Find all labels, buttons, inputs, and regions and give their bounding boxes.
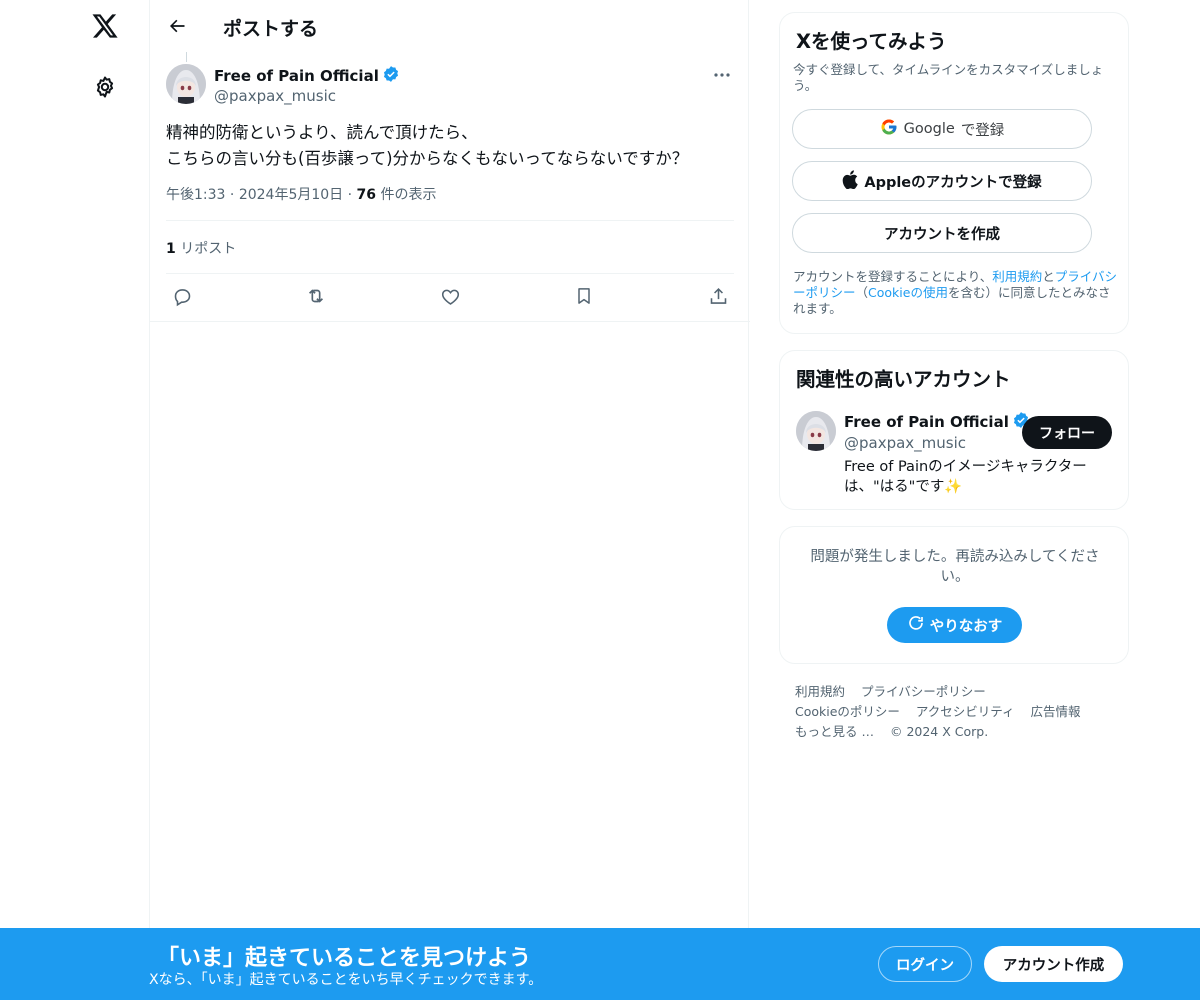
page-title: ポストする bbox=[223, 18, 319, 40]
main-column: ポストする Free of Pain Official @paxpax_musi… bbox=[149, 0, 750, 1000]
related-account-handle[interactable]: @paxpax_music bbox=[844, 434, 966, 452]
cookie-link[interactable]: Cookieの使用 bbox=[868, 285, 948, 300]
like-icon[interactable] bbox=[438, 284, 462, 308]
author-handle[interactable]: @paxpax_music bbox=[214, 87, 336, 105]
create-account-button[interactable]: アカウントを作成 bbox=[792, 213, 1092, 253]
left-nav bbox=[0, 0, 150, 1000]
footer-more-link[interactable]: もっと見る … bbox=[795, 724, 874, 739]
banner-subtitle: Xなら、「いま」起きていることをいち早くチェックできます。 bbox=[149, 972, 543, 988]
footer-row: Cookieのポリシー アクセシビリティ 広告情報 bbox=[795, 702, 1115, 722]
terms-link[interactable]: 利用規約 bbox=[992, 269, 1042, 284]
avatar[interactable] bbox=[166, 64, 206, 104]
page-header: ポストする bbox=[150, 0, 750, 53]
reply-icon[interactable] bbox=[170, 284, 194, 308]
post: Free of Pain Official @paxpax_music 精神的防… bbox=[150, 62, 750, 322]
related-account-name-text: Free of Pain Official bbox=[844, 413, 1009, 431]
post-time[interactable]: 午後1:33 bbox=[166, 187, 225, 203]
related-account-bio: Free of Painのイメージキャラクターは、"はる"です✨ bbox=[844, 459, 1087, 495]
login-button[interactable]: ログイン bbox=[878, 946, 972, 982]
error-card: 問題が発生しました。再読み込みしてください。 やりなおす bbox=[779, 526, 1129, 664]
author-name-text: Free of Pain Official bbox=[214, 67, 379, 85]
google-signup-button[interactable]: Google で登録 bbox=[792, 109, 1092, 149]
terms-paren: （ bbox=[855, 285, 869, 300]
meta-separator: · bbox=[347, 187, 357, 203]
divider bbox=[166, 273, 734, 274]
related-accounts-card: 関連性の高いアカウント Free of Pain Official @paxpa… bbox=[779, 350, 1129, 510]
create-account-label: アカウントを作成 bbox=[884, 226, 1000, 243]
error-message: 問題が発生しました。再読み込みしてください。 bbox=[810, 549, 1100, 585]
signup-card-subtitle: 今すぐ登録して、タイムラインをカスタマイズしましょう。 bbox=[793, 62, 1104, 93]
bottom-banner: 「いま」起きていることを見つけよう Xなら、「いま」起きていることをいち早くチェ… bbox=[0, 928, 1200, 1000]
retry-label: やりなおす bbox=[929, 618, 1003, 635]
retry-button[interactable]: やりなおす bbox=[887, 607, 1022, 643]
more-options-icon[interactable] bbox=[710, 66, 734, 84]
thread-connector bbox=[186, 52, 187, 62]
post-text-line: こちらの言い分も(百歩譲って)分からなくもないってならないですか？ bbox=[166, 149, 689, 168]
signup-card-title: Xを使ってみよう bbox=[796, 30, 947, 53]
arrow-left-icon[interactable] bbox=[166, 15, 188, 37]
post-text-line: 精神的防衛というより、読んで頂けたら、 bbox=[166, 123, 478, 142]
footer-accessibility-link[interactable]: アクセシビリティ bbox=[916, 704, 1015, 719]
views-label: 件の表示 bbox=[380, 187, 437, 203]
post-actions bbox=[150, 284, 750, 310]
apple-icon bbox=[842, 169, 859, 193]
terms-and: と bbox=[1042, 269, 1055, 284]
repost-count: 1 bbox=[166, 241, 176, 257]
post-meta: 午後1:33 · 2024年5月10日 · 76 件の表示 bbox=[166, 184, 436, 204]
follow-button[interactable]: フォロー bbox=[1022, 416, 1112, 449]
related-account-name[interactable]: Free of Pain Official bbox=[844, 411, 1030, 433]
divider bbox=[166, 220, 734, 221]
signup-button[interactable]: アカウント作成 bbox=[984, 946, 1123, 982]
gear-icon[interactable] bbox=[92, 74, 118, 100]
footer-terms-link[interactable]: 利用規約 bbox=[795, 684, 845, 699]
refresh-icon bbox=[907, 614, 925, 636]
apple-signup-label: Appleのアカウントで登録 bbox=[864, 174, 1042, 191]
avatar[interactable] bbox=[796, 411, 836, 451]
related-card-title: 関連性の高いアカウント bbox=[796, 368, 1011, 391]
share-icon[interactable] bbox=[706, 284, 730, 308]
terms-prefix: アカウントを登録することにより、 bbox=[793, 269, 993, 284]
repost-stat[interactable]: 1 リポスト bbox=[166, 238, 236, 258]
bookmark-icon[interactable] bbox=[572, 284, 596, 308]
banner-title: 「いま」起きていることを見つけよう bbox=[157, 946, 532, 971]
meta-separator: · bbox=[229, 187, 239, 203]
post-text: 精神的防衛というより、読んで頂けたら、 こちらの言い分も(百歩譲って)分からなく… bbox=[166, 120, 734, 172]
verified-badge-icon bbox=[382, 65, 400, 87]
footer-privacy-link[interactable]: プライバシーポリシー bbox=[861, 684, 986, 699]
footer-cookie-link[interactable]: Cookieのポリシー bbox=[795, 704, 900, 719]
google-signup-suffix: で登録 bbox=[960, 122, 1005, 139]
footer-row: もっと見る … © 2024 X Corp. bbox=[795, 722, 1115, 742]
google-icon bbox=[880, 118, 898, 140]
x-logo-icon[interactable] bbox=[89, 10, 121, 42]
terms-notice: アカウントを登録することにより、利用規約とプライバシーポリシー（Cookieの使… bbox=[793, 269, 1121, 317]
views-count: 76 bbox=[356, 187, 377, 203]
repost-label: リポスト bbox=[180, 241, 237, 257]
footer-ads-link[interactable]: 広告情報 bbox=[1031, 704, 1081, 719]
author-name[interactable]: Free of Pain Official bbox=[214, 65, 400, 87]
repost-icon[interactable] bbox=[304, 284, 328, 308]
apple-signup-button[interactable]: Appleのアカウントで登録 bbox=[792, 161, 1092, 201]
footer-copyright: © 2024 X Corp. bbox=[889, 724, 989, 739]
footer-links: 利用規約 プライバシーポリシー Cookieのポリシー アクセシビリティ 広告情… bbox=[795, 682, 1115, 742]
signup-card: Xを使ってみよう 今すぐ登録して、タイムラインをカスタマイズしましょう。 Goo… bbox=[779, 12, 1129, 334]
google-brand-label: Google bbox=[903, 121, 955, 137]
post-date[interactable]: 2024年5月10日 bbox=[239, 187, 343, 203]
footer-row: 利用規約 プライバシーポリシー bbox=[795, 682, 1115, 702]
